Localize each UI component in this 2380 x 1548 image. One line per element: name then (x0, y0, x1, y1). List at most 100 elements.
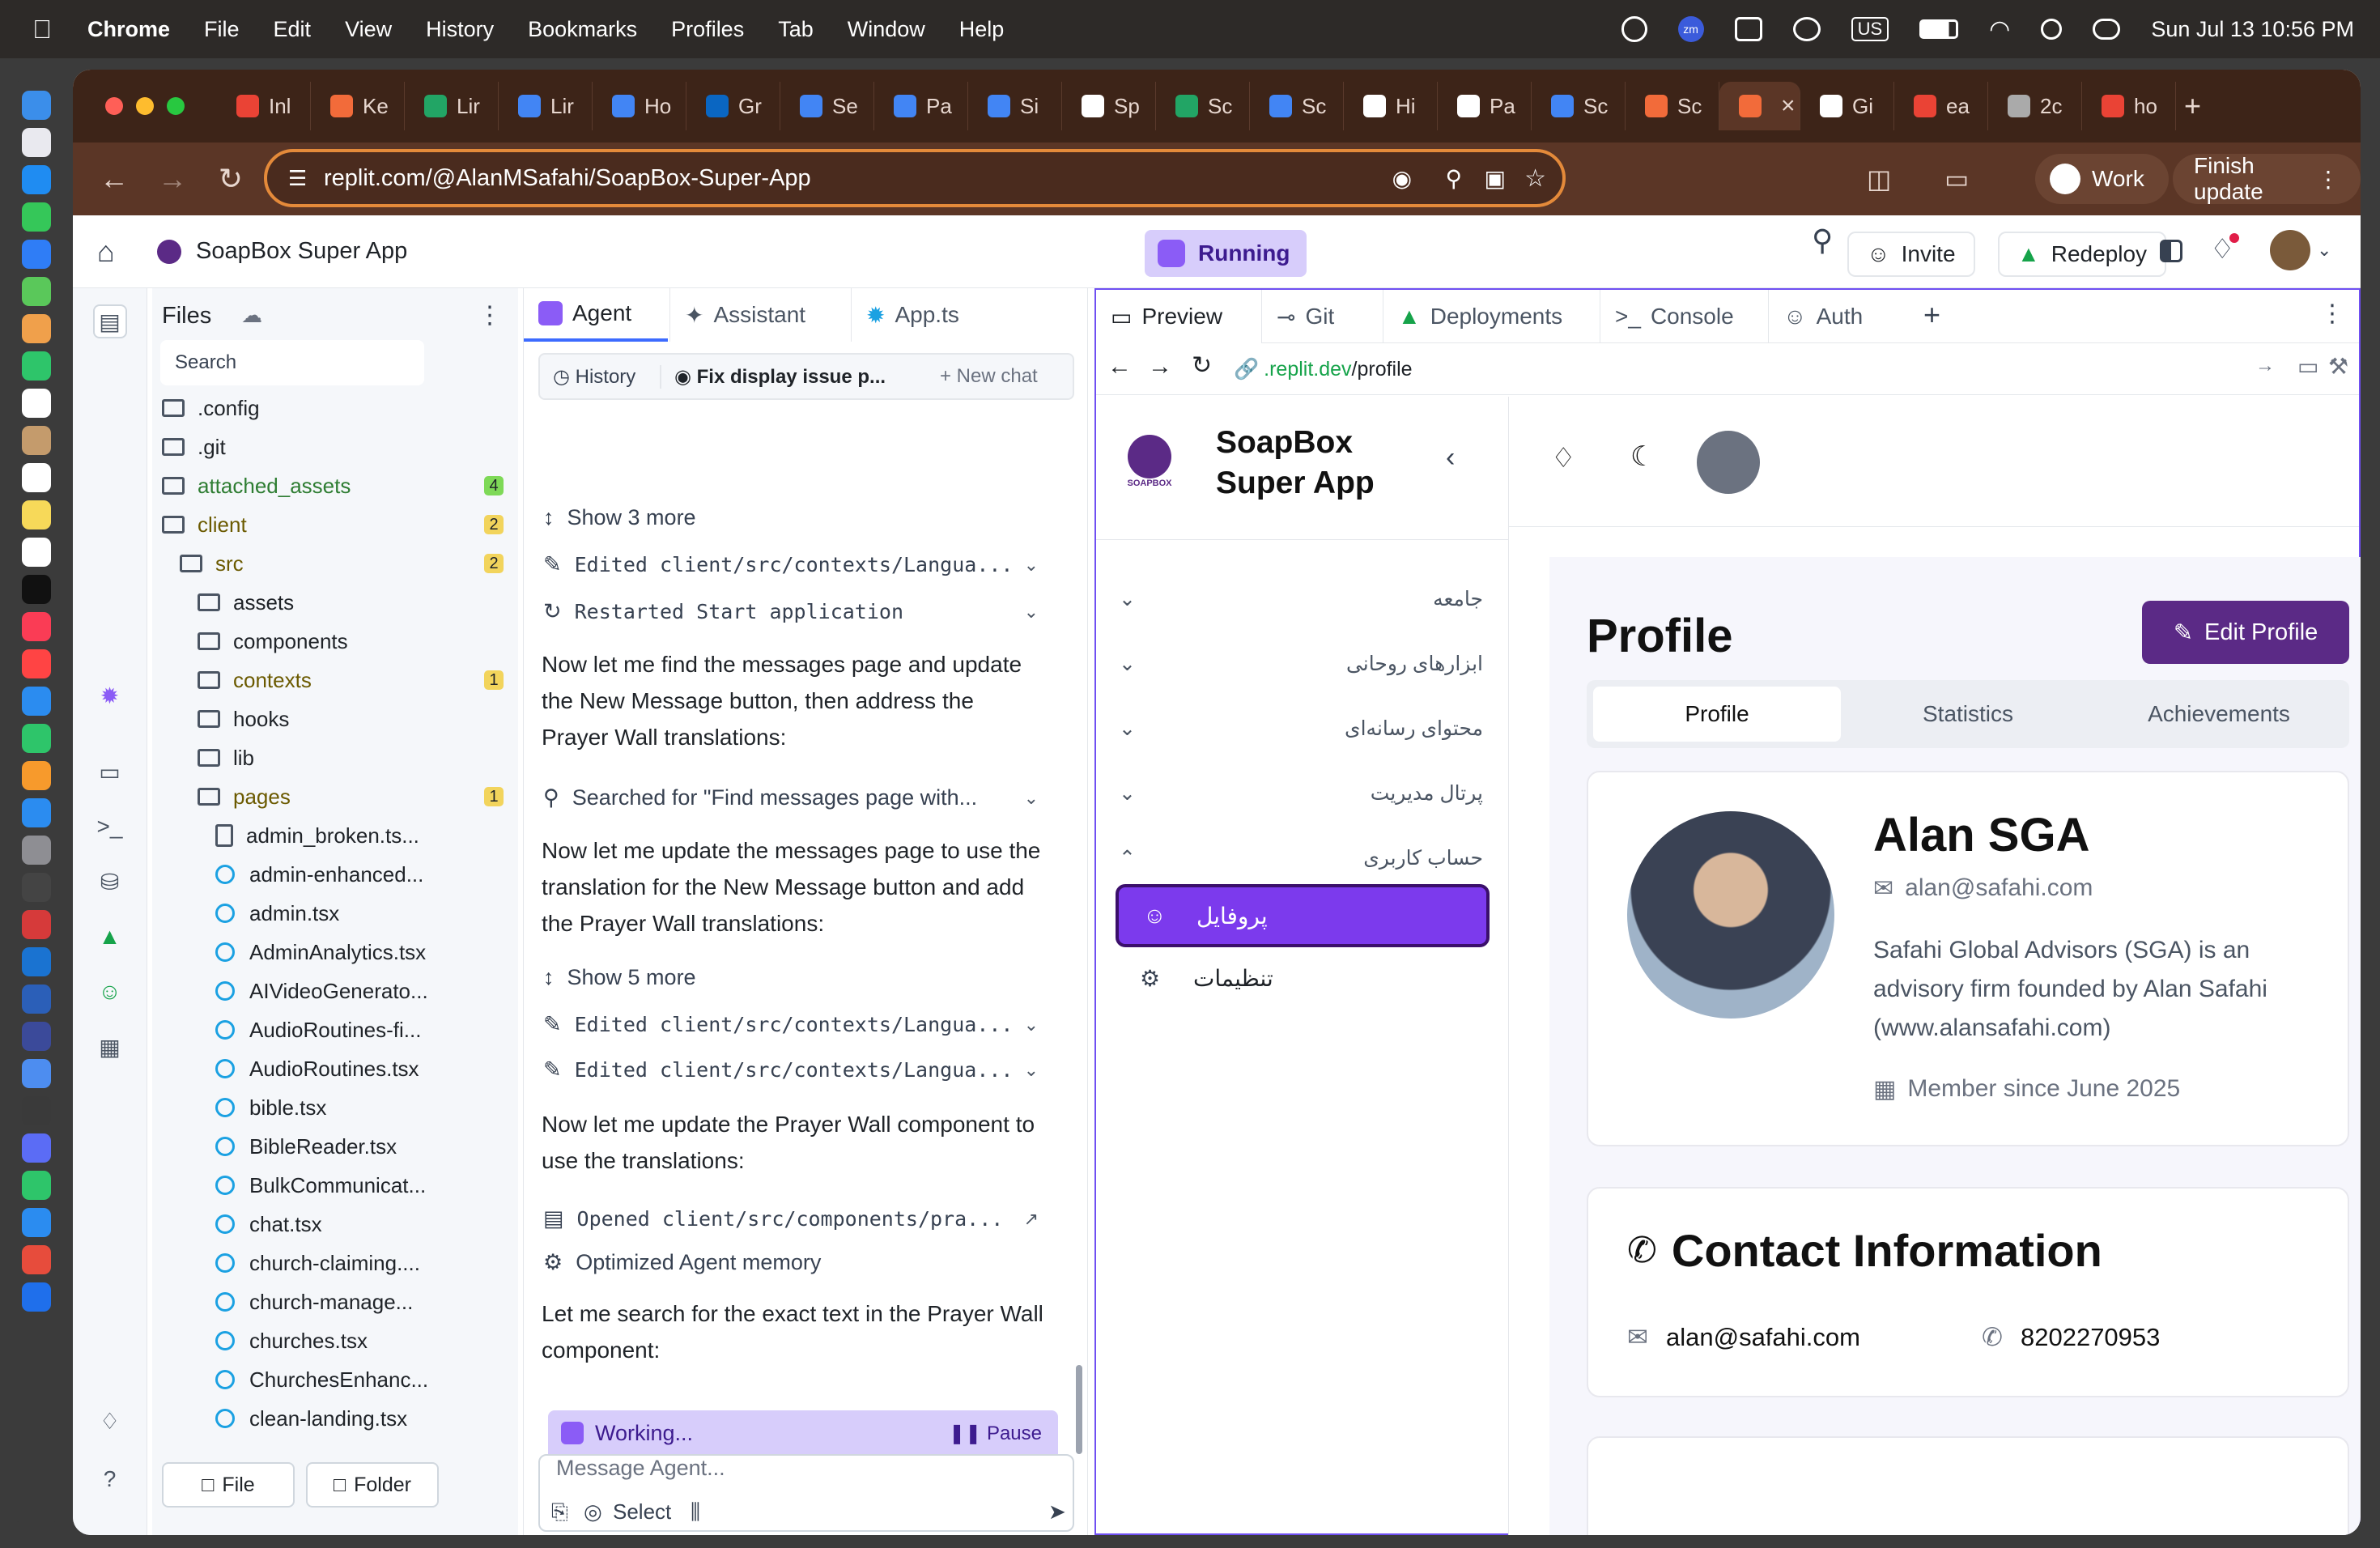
tab-achievements[interactable]: Achievements (2095, 687, 2343, 742)
select-icon[interactable]: ◎ (584, 1499, 602, 1525)
send-icon[interactable]: ➤ (1048, 1499, 1066, 1525)
tab-git[interactable]: ⊸ Git (1261, 290, 1383, 343)
tab-profile[interactable]: Profile (1593, 687, 1841, 742)
file-tree-item[interactable]: contexts 1 (198, 662, 518, 698)
tab-statistics[interactable]: Statistics (1844, 687, 2092, 742)
freeform-icon[interactable] (22, 538, 51, 567)
close-tab-icon[interactable]: × (1781, 92, 1796, 120)
menu-community[interactable]: جامعه ⌄ (1119, 581, 1483, 617)
database-tool-icon[interactable]: ⛁ (93, 865, 127, 899)
preview-back-icon[interactable]: ← (1107, 353, 1132, 381)
browser-tab[interactable]: Ke (311, 82, 405, 130)
address-bar[interactable]: ☰ replit.com/@AlanMSafahi/SoapBox-Super-… (264, 149, 1566, 207)
chevron-down-icon[interactable]: ⌄ (2317, 240, 2331, 261)
chrome-icon[interactable] (22, 1245, 51, 1274)
install-icon[interactable]: ▣ (1485, 165, 1506, 192)
tab-auth[interactable]: ☺ Auth (1768, 290, 1906, 343)
devtools-icon[interactable]: ⚒ (2328, 353, 2348, 380)
menu-user-account[interactable]: حساب کاربری ⌃ (1119, 840, 1483, 876)
browser-tab[interactable]: Gi (1800, 82, 1894, 130)
appstore-icon[interactable] (22, 798, 51, 827)
settings-sliders-icon[interactable]: ⫼ (691, 1499, 700, 1525)
run-status-button[interactable]: Running (1145, 230, 1307, 277)
files-search-input[interactable]: Search (160, 340, 424, 385)
app-icon-e[interactable] (22, 1096, 51, 1125)
action-edited-3[interactable]: ✎ Edited client/src/contexts/Langua... ⌄ (543, 1057, 1061, 1082)
submenu-profile[interactable]: ☺ پروفایل (1116, 884, 1490, 947)
user-avatar[interactable] (2270, 230, 2310, 270)
input-source[interactable]: US (1851, 17, 1889, 41)
settings-icon[interactable] (22, 836, 51, 865)
show-3-more[interactable]: ↕ Show 3 more (543, 505, 1061, 530)
menu-spiritual-tools[interactable]: ابزارهای روحانی ⌄ (1119, 646, 1483, 682)
add-tab-icon[interactable]: + (1923, 298, 1940, 332)
app-logo[interactable]: SOAPBOX (1119, 431, 1180, 492)
shell-tool-icon[interactable]: >_ (93, 810, 127, 844)
preview-forward-icon[interactable]: → (1148, 353, 1172, 381)
submenu-settings[interactable]: ⚙ تنظیمات (1116, 954, 1490, 1002)
menubar-app-name[interactable]: Chrome (87, 17, 170, 42)
launchpad-icon[interactable] (22, 128, 51, 157)
browser-tab[interactable]: Sc (1626, 82, 1719, 130)
browser-tab[interactable]: Sc (1250, 82, 1344, 130)
action-opened[interactable]: ▤ Opened client/src/components/pra... ↗ (543, 1206, 1061, 1231)
news-icon[interactable] (22, 649, 51, 678)
site-settings-icon[interactable]: ☰ (288, 166, 307, 191)
browser-tab[interactable]: Gr (686, 82, 780, 130)
browser-tab[interactable]: Sp (1062, 82, 1156, 130)
browser-tab[interactable]: Si (968, 82, 1062, 130)
zoom-app-icon[interactable] (22, 1208, 51, 1237)
bookmark-star-icon[interactable]: ☆ (1524, 164, 1546, 193)
numbers-icon[interactable] (22, 724, 51, 753)
new-file-button[interactable]: □ File (162, 1462, 295, 1508)
app-icon-d[interactable] (22, 1059, 51, 1088)
project-name[interactable]: SoapBox Super App (196, 238, 407, 265)
file-tree-item[interactable]: ChurchesEnhanc... (215, 1362, 518, 1397)
browser-tab[interactable]: Ho (593, 82, 686, 130)
tab-app-ts[interactable]: ✹ App.ts (851, 288, 972, 342)
reading-mode-icon[interactable]: ▭ (1944, 164, 1969, 194)
accessibility-icon[interactable] (1621, 16, 1647, 42)
browser-tab[interactable]: Sc (1532, 82, 1626, 130)
browser-tab[interactable]: Lir (499, 82, 593, 130)
menu-media-content[interactable]: محتوای رسانه‌ای ⌄ (1119, 711, 1483, 746)
office-icon[interactable] (1734, 17, 1762, 41)
message-agent-input[interactable]: Message Agent... (556, 1456, 725, 1481)
file-tree-item[interactable]: church-manage... (215, 1284, 518, 1320)
zoom-window-button[interactable] (167, 97, 185, 115)
app-icon-f[interactable] (22, 1133, 51, 1163)
forward-icon[interactable]: → (155, 162, 189, 196)
calendar-icon[interactable] (22, 389, 51, 418)
tab-agent[interactable]: Agent (524, 288, 668, 342)
reminders-icon[interactable] (22, 463, 51, 492)
file-tree-item[interactable]: clean-landing.tsx (215, 1401, 518, 1436)
file-tree-item[interactable]: .config (162, 390, 518, 426)
help-icon[interactable]: ? (93, 1462, 127, 1496)
preview-url-input[interactable]: 🔗 .replit.dev /profile (1234, 353, 2189, 385)
file-tree-item[interactable]: churches.tsx (215, 1323, 518, 1359)
file-tree-item[interactable]: src 2 (180, 546, 518, 581)
browser-tab[interactable]: ea (1894, 82, 1988, 130)
tab-assistant[interactable]: ✦ Assistant (669, 288, 849, 342)
browser-tab[interactable]: ho (2082, 82, 2176, 130)
action-edited-1[interactable]: ✎ Edited client/src/contexts/Langua... ⌄ (543, 552, 1061, 577)
menu-profiles[interactable]: Profiles (671, 17, 744, 42)
menubar-clock[interactable]: Sun Jul 13 10:56 PM (2151, 17, 2354, 42)
file-tree-item[interactable]: church-claiming.... (215, 1245, 518, 1281)
menu-file[interactable]: File (204, 17, 240, 42)
edit-profile-button[interactable]: ✎ Edit Profile (2142, 601, 2349, 664)
app-notifications-icon[interactable]: ♢ (1551, 442, 1575, 474)
file-tree-item[interactable]: AudioRoutines-fi... (215, 1012, 518, 1048)
mail-icon[interactable] (22, 240, 51, 269)
new-chat-button[interactable]: + New chat (929, 365, 1038, 388)
menu-window[interactable]: Window (848, 17, 925, 42)
whatsapp-icon[interactable] (22, 1171, 51, 1200)
browser-tab[interactable]: Lir (405, 82, 499, 130)
outlook-icon[interactable] (22, 947, 51, 976)
new-tab-icon[interactable]: + (2184, 89, 2201, 123)
file-tree-item[interactable]: lib (198, 740, 518, 776)
password-key-icon[interactable]: ⚲ (1445, 165, 1462, 192)
teams-icon[interactable] (1792, 17, 1821, 41)
profile-button[interactable]: Work (2035, 154, 2169, 204)
finder-icon[interactable] (22, 91, 51, 120)
